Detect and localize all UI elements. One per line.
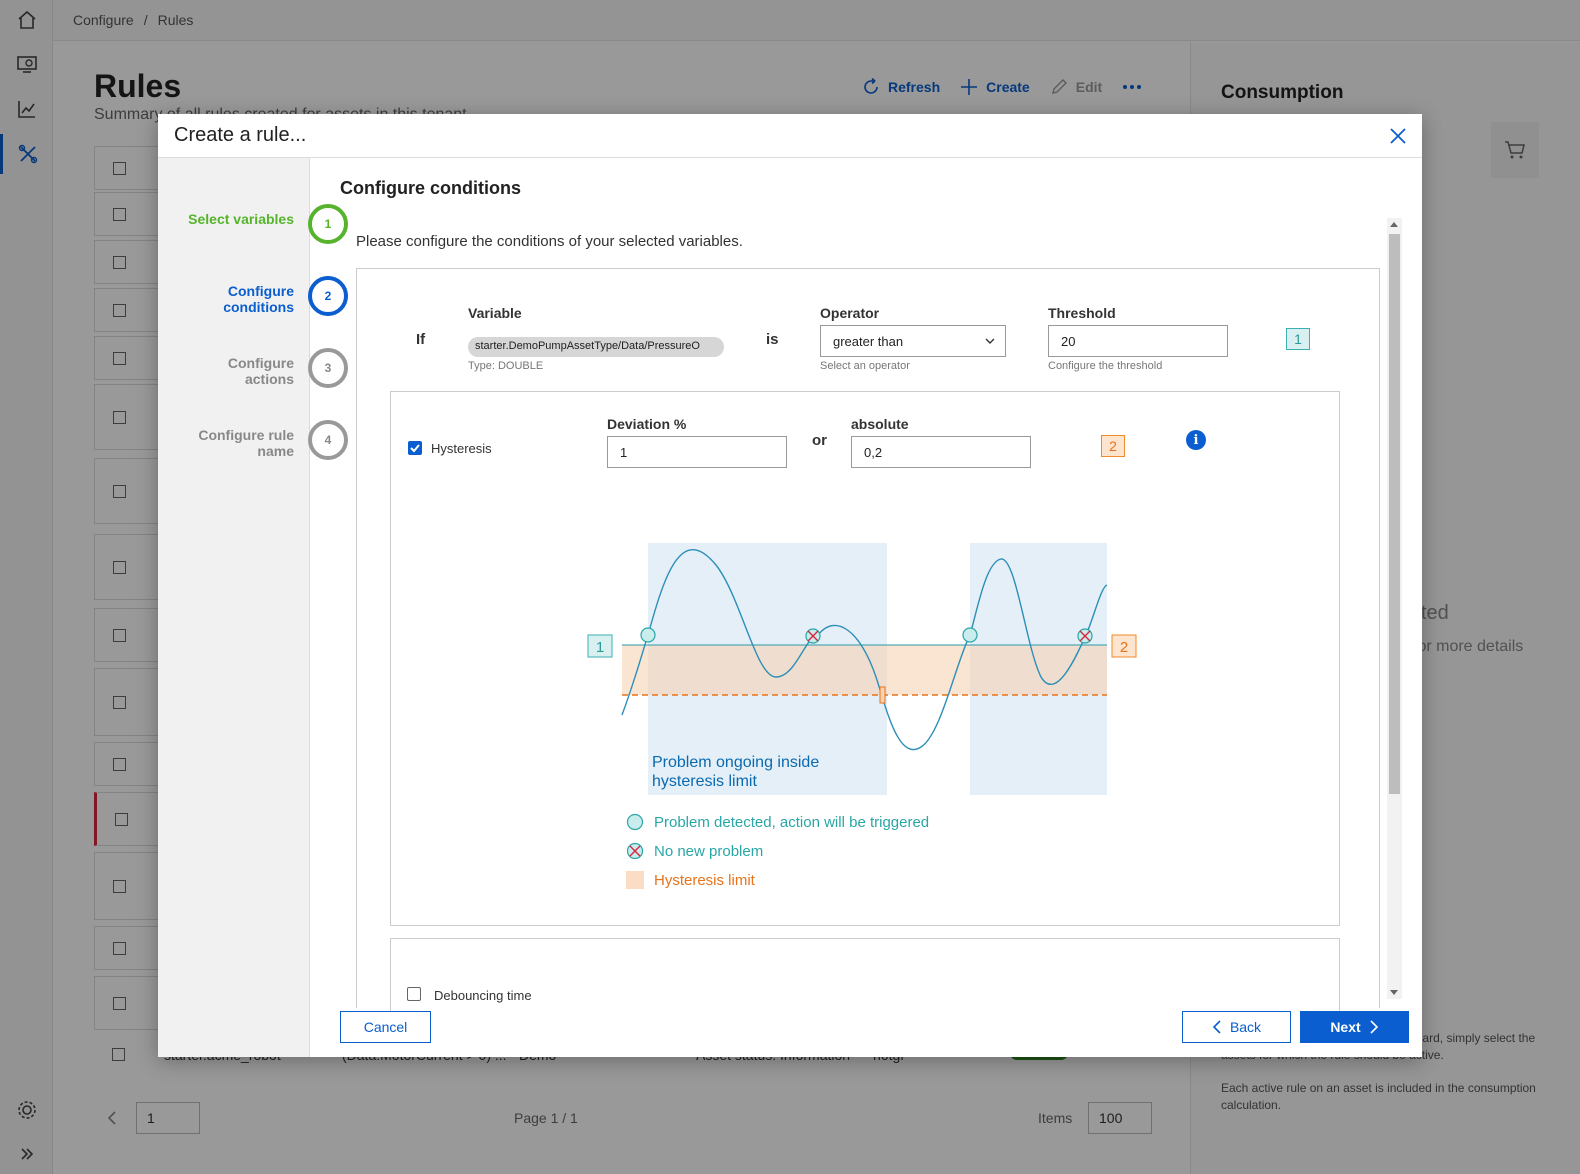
variable-label: Variable (468, 305, 522, 321)
hysteresis-limit-swatch (626, 871, 644, 889)
legend-label: Hysteresis limit (654, 871, 755, 889)
no-new-problem-marker (1077, 628, 1093, 644)
back-button[interactable]: Back (1182, 1011, 1291, 1043)
operator-value: greater than (833, 334, 904, 349)
back-label: Back (1229, 1019, 1262, 1035)
step-label: Configure conditions (223, 283, 294, 315)
legend-label: No new problem (654, 842, 764, 860)
diagram-caption-line1: Problem ongoing inside (652, 754, 819, 771)
threshold-input[interactable]: 20 (1048, 325, 1228, 357)
condition-card: If Variable starter.DemoPumpAssetType/Da… (356, 268, 1380, 1018)
chevron-right-icon (1370, 1020, 1378, 1034)
scrollbar-thumb[interactable] (1389, 234, 1400, 794)
section-title: Configure conditions (340, 178, 521, 198)
debouncing-checkbox[interactable] (407, 987, 421, 1001)
legend-hysteresis-limit: Hysteresis limit (626, 871, 755, 889)
operator-select[interactable]: greater than (820, 325, 1006, 357)
cancel-label: Cancel (363, 1019, 408, 1035)
threshold-hint: Configure the threshold (1048, 360, 1163, 372)
threshold-marker: 1 (1286, 328, 1310, 350)
hysteresis-card: Hysteresis Deviation % 1 or absolute 0,2… (390, 391, 1340, 926)
next-label: Next (1330, 1019, 1361, 1035)
problem-detected-marker (962, 627, 978, 643)
scroll-up-icon[interactable] (1390, 222, 1398, 227)
hysteresis-marker: 2 (1101, 435, 1125, 457)
threshold-label: Threshold (1048, 305, 1116, 321)
diagram-marker-left: 1 (596, 639, 604, 656)
cancel-button[interactable]: Cancel (340, 1011, 431, 1043)
dialog-title: Create a rule... (174, 124, 307, 146)
problem-detected-marker (640, 627, 656, 643)
diagram-caption-line2: hysteresis limit (652, 773, 757, 790)
variable-chip[interactable]: starter.DemoPumpAssetType/Data/PressureO (468, 337, 724, 357)
legend-label: Problem detected, action will be trigger… (654, 813, 930, 831)
step-label: Select variables (188, 211, 294, 227)
operator-label: Operator (820, 305, 880, 321)
or-label: or (812, 432, 827, 449)
step-label: Configure rule name (198, 427, 294, 459)
hysteresis-label: Hysteresis (431, 441, 492, 456)
no-new-problem-icon (626, 842, 644, 860)
variable-type: Type: DOUBLE (468, 360, 544, 372)
no-new-problem-marker (805, 628, 821, 644)
absolute-input[interactable]: 0,2 (851, 436, 1031, 468)
hysteresis-checkbox[interactable] (408, 441, 422, 455)
debouncing-label: Debouncing time (434, 988, 532, 1003)
checkmark-icon (410, 444, 420, 453)
dialog-header: Create a rule... (158, 114, 1422, 158)
chevron-down-icon (985, 338, 995, 344)
dialog-content: Configure conditions Please configure th… (311, 158, 1422, 1018)
problem-detected-icon (626, 813, 644, 831)
deviation-input[interactable]: 1 (607, 436, 787, 468)
hysteresis-crossing-marker (879, 686, 886, 704)
is-label: is (766, 331, 779, 348)
legend-no-new-problem: No new problem (626, 842, 763, 860)
create-rule-dialog: Create a rule... Select variables 1 Conf… (158, 114, 1422, 1057)
absolute-label: absolute (851, 416, 909, 432)
next-button[interactable]: Next (1300, 1011, 1409, 1043)
legend-problem-detected: Problem detected, action will be trigger… (626, 813, 929, 831)
close-icon[interactable] (1386, 124, 1410, 148)
chevron-left-icon (1212, 1020, 1221, 1034)
dialog-footer: Cancel Back Next (311, 1003, 1422, 1057)
step-label: Configure actions (227, 355, 294, 387)
scroll-down-icon[interactable] (1390, 990, 1398, 995)
operator-hint: Select an operator (820, 360, 910, 372)
hysteresis-band (622, 645, 1107, 695)
vertical-scrollbar[interactable] (1387, 218, 1402, 999)
info-icon[interactable]: i (1186, 430, 1206, 450)
if-label: If (416, 331, 426, 348)
deviation-label: Deviation % (607, 416, 687, 432)
wizard-stepper: Select variables 1 Configure conditions … (158, 158, 348, 1057)
intro-text: Please configure the conditions of your … (356, 233, 743, 250)
diagram-marker-right: 2 (1120, 639, 1128, 656)
